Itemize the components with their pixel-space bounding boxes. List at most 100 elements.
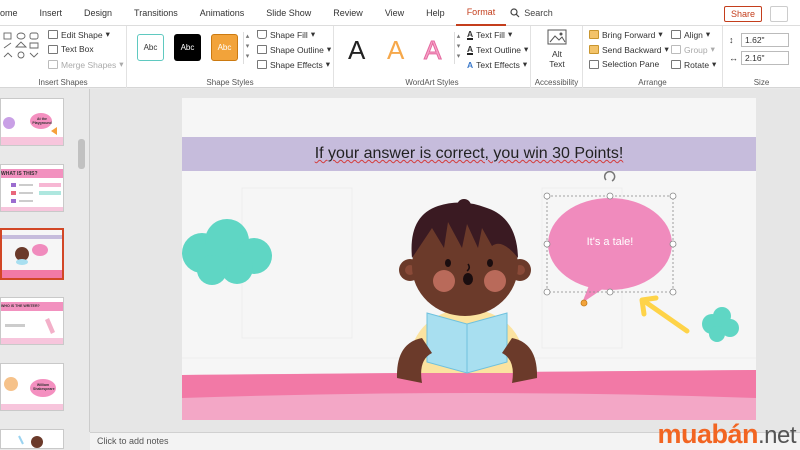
selection-pane-button[interactable]: Selection Pane — [589, 59, 659, 69]
shape-style-preset-black[interactable]: Abc — [174, 34, 201, 61]
thumbnail-text: WHAT IS THIS? — [1, 171, 38, 177]
slide-title-text: If your answer is correct, you win 30 Po… — [314, 145, 624, 162]
paint-bucket-icon — [257, 30, 267, 39]
slide-thumbnail[interactable]: WHAT IS THIS? — [0, 164, 64, 212]
text-effects-button[interactable]: A Text Effects ▾ — [467, 59, 527, 70]
tab-review[interactable]: Review — [322, 0, 374, 26]
shape-height-input[interactable]: 1.62" — [741, 33, 789, 47]
send-backward-label: Send Backward — [602, 44, 662, 55]
watermark-logo: muabán.net — [657, 419, 796, 450]
selection-pane-icon — [589, 59, 599, 69]
share-button[interactable]: Share — [723, 6, 762, 22]
send-backward-button[interactable]: Send Backward ▾ — [589, 44, 669, 55]
slide-thumbnail[interactable]: At the Playground — [0, 98, 64, 146]
shape-styles-more[interactable]: ▴ ▾ ▾ — [243, 32, 251, 64]
tab-transitions[interactable]: Transitions — [123, 0, 189, 26]
cloud-left — [182, 219, 272, 285]
thumbnail-art — [2, 230, 62, 278]
group-arrange: Bring Forward ▾ Send Backward ▾ Selection … — [583, 26, 723, 88]
group-label-wordart-styles: WordArt Styles — [405, 78, 459, 87]
text-outline-button[interactable]: A Text Outline ▾ — [467, 44, 528, 55]
speech-bubble — [548, 198, 672, 303]
wordart-preset-orange[interactable]: A — [387, 35, 404, 66]
share-dropdown[interactable] — [770, 6, 788, 22]
wordart-more[interactable]: ▴ ▾ ▾ — [454, 32, 462, 64]
slide-thumbnail[interactable]: William Shakespeare — [0, 363, 64, 411]
alt-text-label-2: Text — [549, 59, 565, 69]
bring-forward-label: Bring Forward — [602, 29, 656, 40]
slide-title[interactable]: If your answer is correct, you win 30 Po… — [182, 137, 756, 171]
group-button[interactable]: Group ▾ — [671, 44, 715, 55]
shape-effects-label: Shape Effects — [270, 59, 323, 70]
ribbon: Edit Shape ▾ Text Box Merge Shapes ▾ Inser… — [0, 26, 800, 88]
edit-shape-icon — [48, 30, 58, 39]
text-box-icon — [48, 44, 58, 54]
group-insert-shapes: Edit Shape ▾ Text Box Merge Shapes ▾ Inser… — [0, 26, 127, 88]
slide-thumbnail-selected[interactable] — [0, 228, 64, 280]
tab-home[interactable]: ome — [0, 0, 29, 26]
ribbon-tabs: ome Insert Design Transitions Animations… — [0, 0, 800, 26]
shape-outline-button[interactable]: Shape Outline ▾ — [257, 44, 331, 55]
edit-shape-button[interactable]: Edit Shape ▾ — [48, 29, 110, 40]
rotate-icon — [671, 60, 681, 69]
thumbnail-text: At the Playground — [32, 117, 52, 125]
group-wordart-styles: A A A ▴ ▾ ▾ A Text Fill ▾ A Text Outline ▾ A Te… — [334, 26, 531, 88]
text-outline-label: Text Outline — [476, 44, 522, 55]
search-label: Search — [524, 7, 553, 18]
align-icon — [671, 30, 681, 39]
wordart-preset-pink[interactable]: A — [423, 35, 441, 66]
text-fill-label: Text Fill — [476, 29, 505, 40]
tab-slide-show[interactable]: Slide Show — [255, 0, 322, 26]
text-box-button[interactable]: Text Box — [48, 44, 94, 54]
thumbnail-text: WHO IS THE WRITER? — [1, 304, 40, 308]
shape-effects-button[interactable]: Shape Effects ▾ — [257, 59, 330, 70]
thumbnails-scrollbar[interactable] — [78, 139, 85, 169]
shape-width-input[interactable]: 2.16" — [741, 51, 789, 65]
thumbnail-art — [1, 430, 63, 448]
group-accessibility: Alt Text Accessibility — [531, 26, 583, 88]
merge-shapes-label: Merge Shapes — [61, 59, 117, 70]
bring-forward-button[interactable]: Bring Forward ▾ — [589, 29, 663, 40]
text-box-label: Text Box — [61, 44, 94, 54]
alt-text-label-1: Alt — [552, 49, 562, 59]
search-box[interactable]: Search — [510, 8, 553, 18]
shapes-gallery[interactable] — [2, 31, 44, 69]
text-fill-icon: A — [467, 28, 474, 40]
group-label-size: Size — [753, 78, 770, 87]
group-label-accessibility: Accessibility — [534, 78, 579, 87]
slide-thumbnail[interactable]: WHO IS THE WRITER? — [0, 297, 64, 345]
slide-thumbnails-panel: At the Playground WHAT IS THIS? WHO IS T… — [0, 89, 90, 449]
merge-shapes-button[interactable]: Merge Shapes ▾ — [48, 59, 124, 70]
alt-text-button[interactable]: Alt Text — [539, 29, 575, 69]
rotate-label: Rotate — [684, 59, 710, 70]
tab-view[interactable]: View — [374, 0, 415, 26]
search-icon — [510, 7, 520, 17]
send-backward-icon — [589, 45, 599, 54]
child-figure — [396, 199, 538, 383]
edit-shape-label: Edit Shape — [61, 29, 103, 40]
height-icon: ↕ — [729, 35, 734, 45]
group-label-insert-shapes: Insert Shapes — [38, 78, 88, 87]
tab-insert[interactable]: Insert — [29, 0, 74, 26]
shape-style-preset-orange[interactable]: Abc — [211, 34, 238, 61]
text-outline-icon: A — [467, 43, 474, 55]
text-effects-label: Text Effects — [476, 59, 520, 70]
shape-style-preset-white[interactable]: Abc — [137, 34, 164, 61]
group-shape-styles: Abc Abc Abc ▴ ▾ ▾ Shape Fill ▾ Shape Outlin… — [127, 26, 334, 88]
shape-fill-button[interactable]: Shape Fill ▾ — [257, 29, 315, 40]
wordart-preset-black[interactable]: A — [348, 35, 365, 66]
slide-thumbnail[interactable] — [0, 429, 64, 449]
alt-text-icon — [547, 29, 567, 45]
pen-icon — [257, 45, 267, 54]
bring-forward-icon — [589, 30, 599, 39]
text-fill-button[interactable]: A Text Fill ▾ — [467, 29, 512, 40]
tab-design[interactable]: Design — [73, 0, 123, 26]
tab-help[interactable]: Help — [415, 0, 456, 26]
tab-format[interactable]: Format — [455, 0, 507, 26]
width-icon: ↔ — [729, 53, 738, 63]
rotate-button[interactable]: Rotate ▾ — [671, 59, 716, 70]
slide-canvas[interactable]: If your answer is correct, you win 30 Po… — [182, 98, 756, 420]
bubble-text[interactable]: It's a tale! — [547, 236, 673, 248]
tab-animations[interactable]: Animations — [189, 0, 256, 26]
align-button[interactable]: Align ▾ — [671, 29, 710, 40]
